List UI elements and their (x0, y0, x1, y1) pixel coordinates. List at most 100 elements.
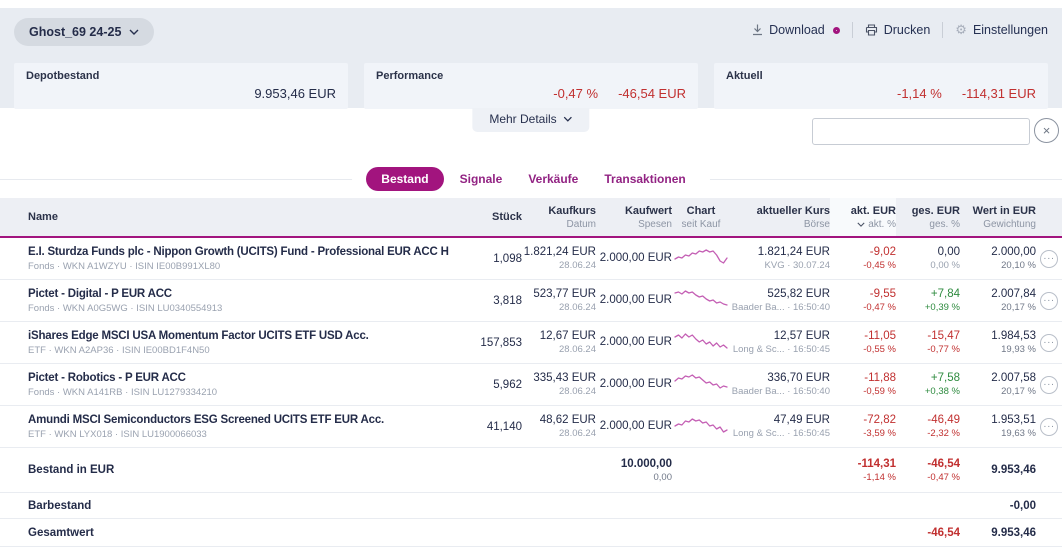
row-menu-button[interactable]: ··· (1040, 375, 1058, 394)
table-row: E.I. Sturdza Funds plc - Nippon Growth (… (0, 238, 1062, 280)
printer-icon (865, 24, 877, 36)
tab-group: Bestand Signale Verkäufe Transaktionen (352, 166, 710, 192)
cell-kaufwert: 2.000,00 EUR (599, 251, 672, 264)
card-label: Depotbestand (26, 70, 100, 82)
cell-kurs: 47,49 EUR Long & Sc... · 16:50:45 (732, 414, 830, 439)
summary-label: Bestand in EUR (28, 464, 115, 476)
tab-bestand[interactable]: Bestand (366, 167, 444, 191)
sum-akt: -114,31 -1,14 % (857, 457, 896, 483)
more-details-button[interactable]: Mehr Details (472, 108, 590, 132)
col-kaufwert[interactable]: Kaufwert Spesen (596, 205, 672, 230)
row-menu-button[interactable]: ··· (1040, 249, 1058, 268)
instrument-name[interactable]: Pictet - Digital - P EUR ACC (28, 288, 476, 300)
cell-akt: -11,05 -0,55 % (863, 330, 896, 355)
settings-button[interactable]: ⚙ Einstellungen (955, 23, 1048, 37)
summary-label: Gesamtwert (28, 526, 94, 539)
cell-ges: +7,58 +0,38 % (924, 372, 960, 397)
chevron-down-icon (564, 116, 573, 122)
sum-ges: -46,54 -0,47 % (927, 457, 960, 483)
cell-akt: -11,88 -0,59 % (863, 372, 896, 397)
cell-akt: -9,02 -0,45 % (863, 246, 896, 271)
cell-kaufkurs: 335,43 EUR 28.06.24 (533, 372, 596, 397)
cell-stueck: 1,098 (493, 252, 522, 265)
summary-label: Barbestand (28, 499, 92, 512)
table-row: Amundi MSCI Semiconductors ESG Screened … (0, 406, 1062, 448)
table-row: Pictet - Robotics - P EUR ACC Fonds · WKN… (0, 364, 1062, 406)
col-ges-eur[interactable]: ges. EUR ges. % (896, 205, 960, 230)
portfolio-selector[interactable]: Ghost_69 24-25 (14, 18, 155, 46)
cell-stueck: 41,140 (486, 420, 522, 433)
clear-search-button[interactable]: × (1034, 118, 1059, 143)
sum-kaufwert: 10.000,00 0,00 (620, 457, 672, 483)
cell-kaufkurs: 523,77 EUR 28.06.24 (533, 288, 596, 313)
col-wert[interactable]: Wert in EUR Gewichtung (960, 205, 1036, 230)
divider (942, 22, 944, 38)
performance-value: -46,54 EUR (618, 86, 686, 101)
col-akt-eur[interactable]: akt. EUR akt. % (830, 198, 896, 236)
cell-kurs: 12,57 EUR Long & Sc... · 16:50:45 (732, 330, 830, 355)
col-stueck[interactable]: Stück (476, 211, 522, 223)
close-icon: × (1042, 123, 1051, 138)
sparkline-chart (674, 249, 728, 264)
cell-ges: -46,49 -2,32 % (927, 414, 960, 439)
cell-ges: 0,00 0,00 % (930, 246, 960, 271)
instrument-meta: ETF · WKN LYX018 · ISIN LU1900066033 (28, 428, 207, 440)
summary-row-gesamtwert: Gesamtwert -46,54 9.953,46 (0, 519, 1062, 547)
instrument-name[interactable]: Amundi MSCI Semiconductors ESG Screened … (28, 414, 476, 426)
summary-row-bestand: Bestand in EUR 10.000,00 0,00 -114,31 -1,1… (0, 448, 1062, 493)
instrument-name[interactable]: Pictet - Robotics - P EUR ACC (28, 372, 476, 384)
cell-wert: 1.953,51 19,63 % (991, 414, 1036, 439)
row-menu-button[interactable]: ··· (1040, 417, 1058, 436)
cell-kaufkurs: 48,62 EUR 28.06.24 (539, 414, 596, 439)
cell-kaufwert: 2.000,00 EUR (599, 335, 672, 348)
barbestand-wert: -0,00 (1009, 499, 1036, 512)
cell-ges: +7,84 +0,39 % (924, 288, 960, 313)
sort-descending-icon (857, 222, 865, 227)
instrument-meta: Fonds · WKN A141RB · ISIN LU1279334210 (28, 386, 218, 398)
col-aktueller-kurs[interactable]: aktueller Kurs Börse (730, 205, 830, 230)
row-menu-button[interactable]: ··· (1040, 333, 1058, 352)
card-aktuell: Aktuell -1,14 % -114,31 EUR (714, 63, 1048, 109)
tab-transaktionen[interactable]: Transaktionen (594, 167, 695, 191)
cell-kaufkurs: 12,67 EUR 28.06.24 (539, 330, 596, 355)
gesamt-wert: 9.953,46 (991, 526, 1036, 539)
tab-signale[interactable]: Signale (450, 167, 513, 191)
instrument-name[interactable]: E.I. Sturdza Funds plc - Nippon Growth (… (28, 246, 476, 258)
download-button[interactable]: Download (752, 23, 840, 37)
portfolio-name: Ghost_69 24-25 (29, 25, 122, 39)
cell-stueck: 5,962 (493, 378, 522, 391)
header-band: Ghost_69 24-25 Download Drucken ⚙ Einste… (0, 8, 1062, 109)
instrument-meta: ETF · WKN A2AP36 · ISIN IE00BD1F4N50 (28, 344, 210, 356)
col-kaufkurs[interactable]: Kaufkurs Datum (522, 205, 596, 230)
row-menu-button[interactable]: ··· (1040, 291, 1058, 310)
card-performance: Performance -0,47 % -46,54 EUR (364, 63, 698, 109)
tab-verkaeufe[interactable]: Verkäufe (518, 167, 588, 191)
cell-wert: 2.000,00 20,10 % (991, 246, 1036, 271)
sparkline-chart (674, 418, 728, 433)
aktuell-value: -114,31 EUR (961, 86, 1036, 101)
summary-row-barbestand: Barbestand -0,00 (0, 493, 1062, 519)
table-header: Name Stück Kaufkurs Datum Kaufwert Spesen … (0, 198, 1062, 238)
depotbestand-value: 9.953,46 EUR (254, 86, 336, 101)
card-label: Aktuell (726, 70, 763, 82)
chevron-down-icon (129, 29, 139, 35)
card-depotbestand: Depotbestand 9.953,46 EUR (14, 63, 348, 109)
instrument-name[interactable]: iShares Edge MSCI USA Momentum Factor UC… (28, 330, 476, 342)
table-row: Pictet - Digital - P EUR ACC Fonds · WKN … (0, 280, 1062, 322)
cell-kurs: 1.821,24 EUR KVG · 30.07.24 (757, 246, 830, 271)
cell-wert: 1.984,53 19,93 % (991, 330, 1036, 355)
search-input[interactable] (812, 118, 1030, 145)
instrument-meta: Fonds · WKN A0G5WG · ISIN LU0340554913 (28, 302, 223, 314)
cell-kurs: 336,70 EUR Baader Ba... · 16:50:40 (731, 372, 830, 397)
cell-akt: -72,82 -3,59 % (863, 414, 896, 439)
col-chart: Chart seit Kauf (681, 204, 721, 230)
sparkline-chart (674, 333, 728, 349)
cell-wert: 2.007,84 20,17 % (991, 288, 1036, 313)
instrument-meta: Fonds · WKN A1WZYU · ISIN IE00B991XL80 (28, 260, 221, 272)
sum-wert: 9.953,46 (991, 464, 1036, 476)
col-name[interactable]: Name (0, 211, 476, 223)
cell-stueck: 3,818 (493, 294, 522, 307)
download-icon (753, 24, 763, 36)
print-button[interactable]: Drucken (865, 23, 930, 37)
gear-icon: ⚙ (955, 22, 967, 38)
